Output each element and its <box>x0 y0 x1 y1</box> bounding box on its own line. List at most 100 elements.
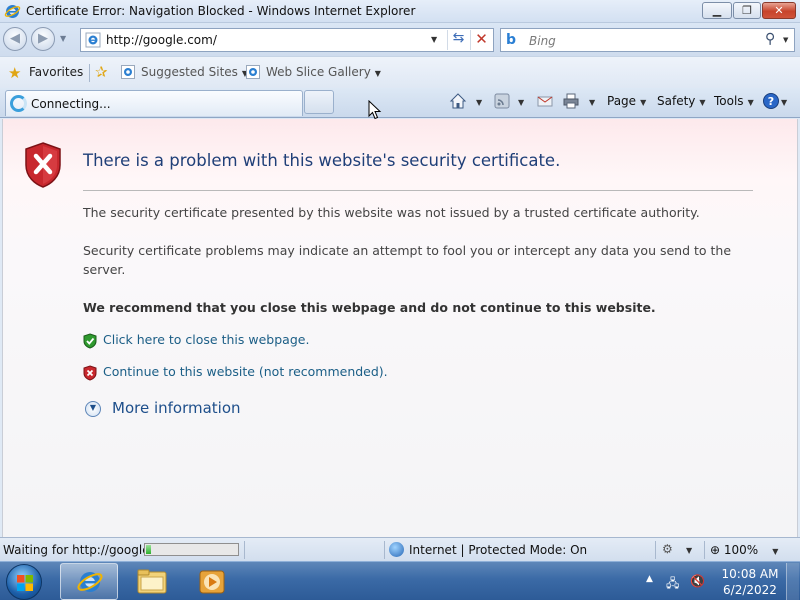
zoom-level[interactable]: ⊕ 100% ▼ <box>710 543 778 557</box>
progress-fill <box>146 545 151 554</box>
taskbar-windows-explorer[interactable] <box>124 563 180 600</box>
close-window-button[interactable]: ✕ <box>762 2 796 19</box>
web-slice-gallery-link[interactable]: Web Slice Gallery ▼ <box>266 65 381 79</box>
add-to-favorites-bar-icon[interactable]: ✰ <box>95 63 108 81</box>
show-desktop-button[interactable] <box>786 563 799 600</box>
chevron-down-icon: ▼ <box>781 98 788 107</box>
favorites-star-icon[interactable]: ★ <box>8 64 21 82</box>
media-player-icon <box>199 570 225 594</box>
windows-taskbar: ▲ 🖧 🔇 10:08 AM 6/2/2022 <box>0 561 800 600</box>
print-dropdown-icon[interactable]: ▼ <box>585 94 595 108</box>
status-bar: Waiting for http://google. Internet | Pr… <box>0 537 800 561</box>
address-url[interactable]: http://google.com/ <box>106 33 217 47</box>
address-toolbar: ◀ ▶ ▼ http://google.com/ ▼ ⇆ ✕ b Bing ⚲ … <box>0 23 800 56</box>
zoom-value: 100% <box>723 543 759 557</box>
home-icon[interactable] <box>449 92 467 110</box>
taskbar-media-player[interactable] <box>184 563 240 600</box>
minimize-button[interactable]: ▁ <box>702 2 732 19</box>
security-warning-text: Security certificate problems may indica… <box>83 243 732 277</box>
maximize-button[interactable]: ❐ <box>733 2 761 19</box>
print-icon[interactable] <box>562 92 580 110</box>
continue-to-website-link[interactable]: Continue to this website (not recommende… <box>103 364 388 379</box>
command-bar: Connecting... ▼ ▼ ▼ Page ▼ Safety ▼ Tools ▼… <box>0 88 800 118</box>
restore-icon: ❐ <box>742 4 752 17</box>
tab-label: Connecting... <box>31 97 111 111</box>
back-arrow-icon: ◀ <box>10 31 20 46</box>
chevron-down-icon[interactable]: ▼ <box>686 546 692 555</box>
green-shield-check-icon <box>83 333 97 349</box>
svg-text:?: ? <box>768 95 774 108</box>
tab-connecting[interactable]: Connecting... <box>5 90 303 116</box>
recent-pages-dropdown[interactable]: ▼ <box>60 34 66 43</box>
protected-mode-settings-icon[interactable]: ⚙ <box>662 542 673 556</box>
address-bar[interactable]: http://google.com/ ▼ ⇆ ✕ <box>80 28 494 52</box>
loading-spinner-icon <box>10 95 27 112</box>
forward-button[interactable]: ▶ <box>31 27 55 51</box>
web-slice-ie-icon <box>246 65 260 79</box>
chevron-down-icon: ▼ <box>476 98 483 107</box>
help-dropdown-icon[interactable]: ▼ <box>777 94 787 108</box>
new-tab-button[interactable] <box>304 90 334 114</box>
clock-time: 10:08 AM <box>721 567 779 581</box>
safety-menu-label: Safety <box>657 94 696 108</box>
system-clock[interactable]: 10:08 AM 6/2/2022 <box>700 566 800 598</box>
suggested-sites-link[interactable]: Suggested Sites ▼ <box>141 65 248 79</box>
recommendation-text: We recommend that you close this webpage… <box>83 300 656 315</box>
safety-menu[interactable]: Safety ▼ <box>657 94 706 108</box>
status-text: Waiting for http://google. <box>3 543 154 557</box>
more-information-link[interactable]: More information <box>112 399 241 417</box>
minimize-icon: ▁ <box>712 4 722 17</box>
close-icon: ✕ <box>774 4 784 17</box>
title-bar: Certificate Error: Navigation Blocked - … <box>0 0 800 23</box>
web-slice-gallery-label: Web Slice Gallery <box>266 65 371 79</box>
status-separator <box>384 541 385 559</box>
status-separator <box>244 541 245 559</box>
page-menu-label: Page <box>607 94 637 108</box>
address-dropdown-icon[interactable]: ▼ <box>431 35 437 44</box>
title-divider <box>83 190 753 191</box>
error-title: There is a problem with this website's s… <box>83 151 561 170</box>
zoom-icon: ⊕ <box>710 543 724 557</box>
feeds-dropdown-icon[interactable]: ▼ <box>514 94 524 108</box>
suggested-sites-ie-icon <box>121 65 135 79</box>
start-button[interactable] <box>6 564 42 600</box>
internet-explorer-icon <box>77 572 103 592</box>
chevron-down-icon: ▼ <box>518 98 525 107</box>
chevron-down-icon: ▼ <box>589 98 596 107</box>
network-icon[interactable]: 🖧 <box>666 574 679 595</box>
favorites-separator <box>89 64 90 82</box>
search-options-dropdown-icon[interactable]: ▼ <box>783 36 788 44</box>
internet-zone-globe-icon[interactable] <box>389 542 404 557</box>
certificate-error-page: There is a problem with this website's s… <box>2 119 798 537</box>
page-menu[interactable]: Page ▼ <box>607 94 646 108</box>
home-dropdown-icon[interactable]: ▼ <box>472 94 482 108</box>
mouse-pointer-icon <box>368 100 382 120</box>
chevron-down-icon: ▼ <box>699 98 706 107</box>
bing-icon: b <box>506 32 517 48</box>
favorites-button[interactable]: Favorites <box>29 65 83 79</box>
clock-date: 6/2/2022 <box>723 583 777 597</box>
suggested-sites-label: Suggested Sites <box>141 65 238 79</box>
chevron-down-icon: ▼ <box>747 98 754 107</box>
compatibility-refresh-icon[interactable]: ⇆ <box>447 30 469 50</box>
back-button[interactable]: ◀ <box>3 27 27 51</box>
read-mail-icon[interactable] <box>536 92 554 110</box>
search-box[interactable]: b Bing ⚲ ▼ <box>500 28 795 52</box>
untrusted-authority-text: The security certificate presented by th… <box>83 205 700 220</box>
feeds-icon[interactable] <box>493 92 511 110</box>
error-shield-icon <box>25 142 61 188</box>
show-hidden-icons-icon[interactable]: ▲ <box>646 574 653 584</box>
chevron-down-icon: ▼ <box>640 98 647 107</box>
status-separator <box>655 541 656 559</box>
stop-icon[interactable]: ✕ <box>470 30 492 50</box>
tools-menu[interactable]: Tools ▼ <box>714 94 754 108</box>
taskbar-internet-explorer[interactable] <box>60 563 118 600</box>
security-zone-text[interactable]: Internet | Protected Mode: On <box>409 543 587 557</box>
tools-menu-label: Tools <box>714 94 744 108</box>
status-separator <box>704 541 705 559</box>
red-shield-x-icon <box>83 365 97 381</box>
close-webpage-link[interactable]: Click here to close this webpage. <box>103 332 309 347</box>
expand-chevron-icon: ▼ <box>85 401 101 417</box>
search-placeholder[interactable]: Bing <box>529 34 556 48</box>
search-icon[interactable]: ⚲ <box>765 31 775 47</box>
